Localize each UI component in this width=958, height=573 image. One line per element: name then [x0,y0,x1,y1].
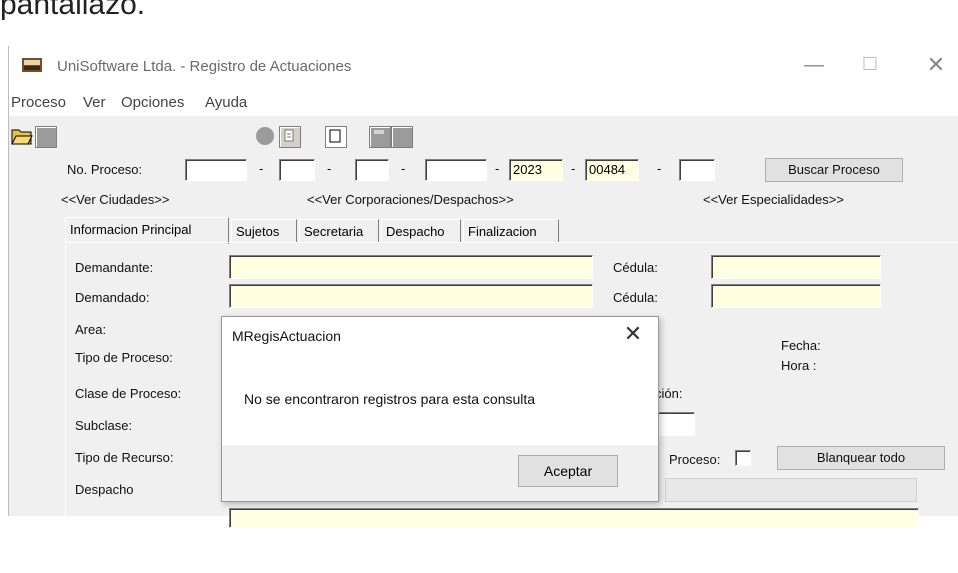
aceptar-button[interactable]: Aceptar [518,455,618,487]
demandante-label: Demandante: [75,260,154,275]
title-bar: UniSoftware Ltda. - Registro de Actuacio… [9,46,958,90]
separator: - [259,161,264,176]
no-proceso-label: No. Proceso: [67,162,143,177]
menu-ver[interactable]: Ver [83,94,106,111]
bottom-field[interactable] [229,508,919,528]
menu-ayuda[interactable]: Ayuda [205,94,247,111]
cedula-label-2: Cédula: [613,290,658,305]
demandante-field[interactable] [229,255,593,279]
ver-ciudades-link[interactable]: <<Ver Ciudades>> [61,192,169,207]
document-icon[interactable] [279,126,301,148]
app-window: UniSoftware Ltda. - Registro de Actuacio… [8,46,958,573]
open-folder-icon[interactable] [11,126,33,146]
separator: - [657,161,662,176]
proceso-field-1[interactable] [185,159,247,181]
cedula-field-2[interactable] [711,284,881,308]
demandado-field[interactable] [229,284,593,308]
minimize-icon[interactable]: — [799,54,829,78]
toolbar-button[interactable] [35,126,57,148]
dialog-message: No se encontraron registros para esta co… [244,391,536,407]
tipo-proceso-label: Tipo de Proceso: [75,350,173,365]
clase-proceso-label: Clase de Proceso: [75,386,182,401]
separator: - [327,161,332,176]
window-title: UniSoftware Ltda. - Registro de Actuacio… [57,58,352,75]
maximize-icon[interactable]: ☐ [855,54,885,78]
subclase-label: Subclase: [75,418,133,433]
toolbar-button-2[interactable] [391,126,413,148]
cedula-field-1[interactable] [711,255,881,279]
separator: - [401,161,406,176]
fecha-label: Fecha: [781,338,821,353]
message-dialog: MRegisActuacion ✕ No se encontraron regi… [221,316,659,502]
hora-label: Hora : [781,358,817,373]
year-field[interactable]: 2023 [509,159,563,181]
demandado-label: Demandado: [75,290,150,305]
dialog-title: MRegisActuacion [232,328,341,344]
despacho-label: Despacho [75,482,134,497]
ver-corporaciones-link[interactable]: <<Ver Corporaciones/Despachos>> [307,192,514,207]
buscar-proceso-button[interactable]: Buscar Proceso [765,158,903,182]
cedula-label-1: Cédula: [613,260,658,275]
proceso-field-2[interactable] [279,159,315,181]
proceso-field-3[interactable] [355,159,389,181]
proceso-field-7[interactable] [679,159,715,181]
tab-sujetos[interactable]: Sujetos [231,219,297,243]
tipo-recurso-label: Tipo de Recurso: [75,450,174,465]
app-icon [21,56,43,74]
number-field[interactable]: 00484 [585,159,639,181]
save-icon[interactable] [369,126,391,148]
record-icon[interactable] [255,126,275,146]
ver-especialidades-link[interactable]: <<Ver Especialidades>> [703,192,844,207]
proceso-field-4[interactable] [425,159,487,181]
menu-opciones[interactable]: Opciones [121,94,184,111]
tab-secretaria[interactable]: Secretaria [299,219,379,243]
tab-informacion-principal[interactable]: Informacion Principal [65,217,229,244]
separator: - [495,161,500,176]
document-text: pantallazo. [0,0,146,21]
partial-field[interactable] [655,412,695,436]
menu-bar: Proceso Ver Opciones Ayuda [9,90,958,116]
separator: - [571,161,576,176]
blanquear-todo-button[interactable]: Blanquear todo [777,446,945,470]
tab-despacho[interactable]: Despacho [381,219,461,243]
new-document-icon[interactable] [325,126,347,148]
close-icon[interactable]: ✕ [921,52,951,78]
proceso-checkbox[interactable] [735,450,751,466]
tab-finalizacion[interactable]: Finalizacion [463,219,559,243]
despacho-field[interactable] [665,478,917,502]
dialog-close-icon[interactable]: ✕ [618,321,648,347]
area-label: Area: [75,322,107,337]
proceso-checkbox-label: Proceso: [669,452,721,467]
cion-label: ción: [655,386,683,401]
menu-proceso[interactable]: Proceso [11,94,66,111]
